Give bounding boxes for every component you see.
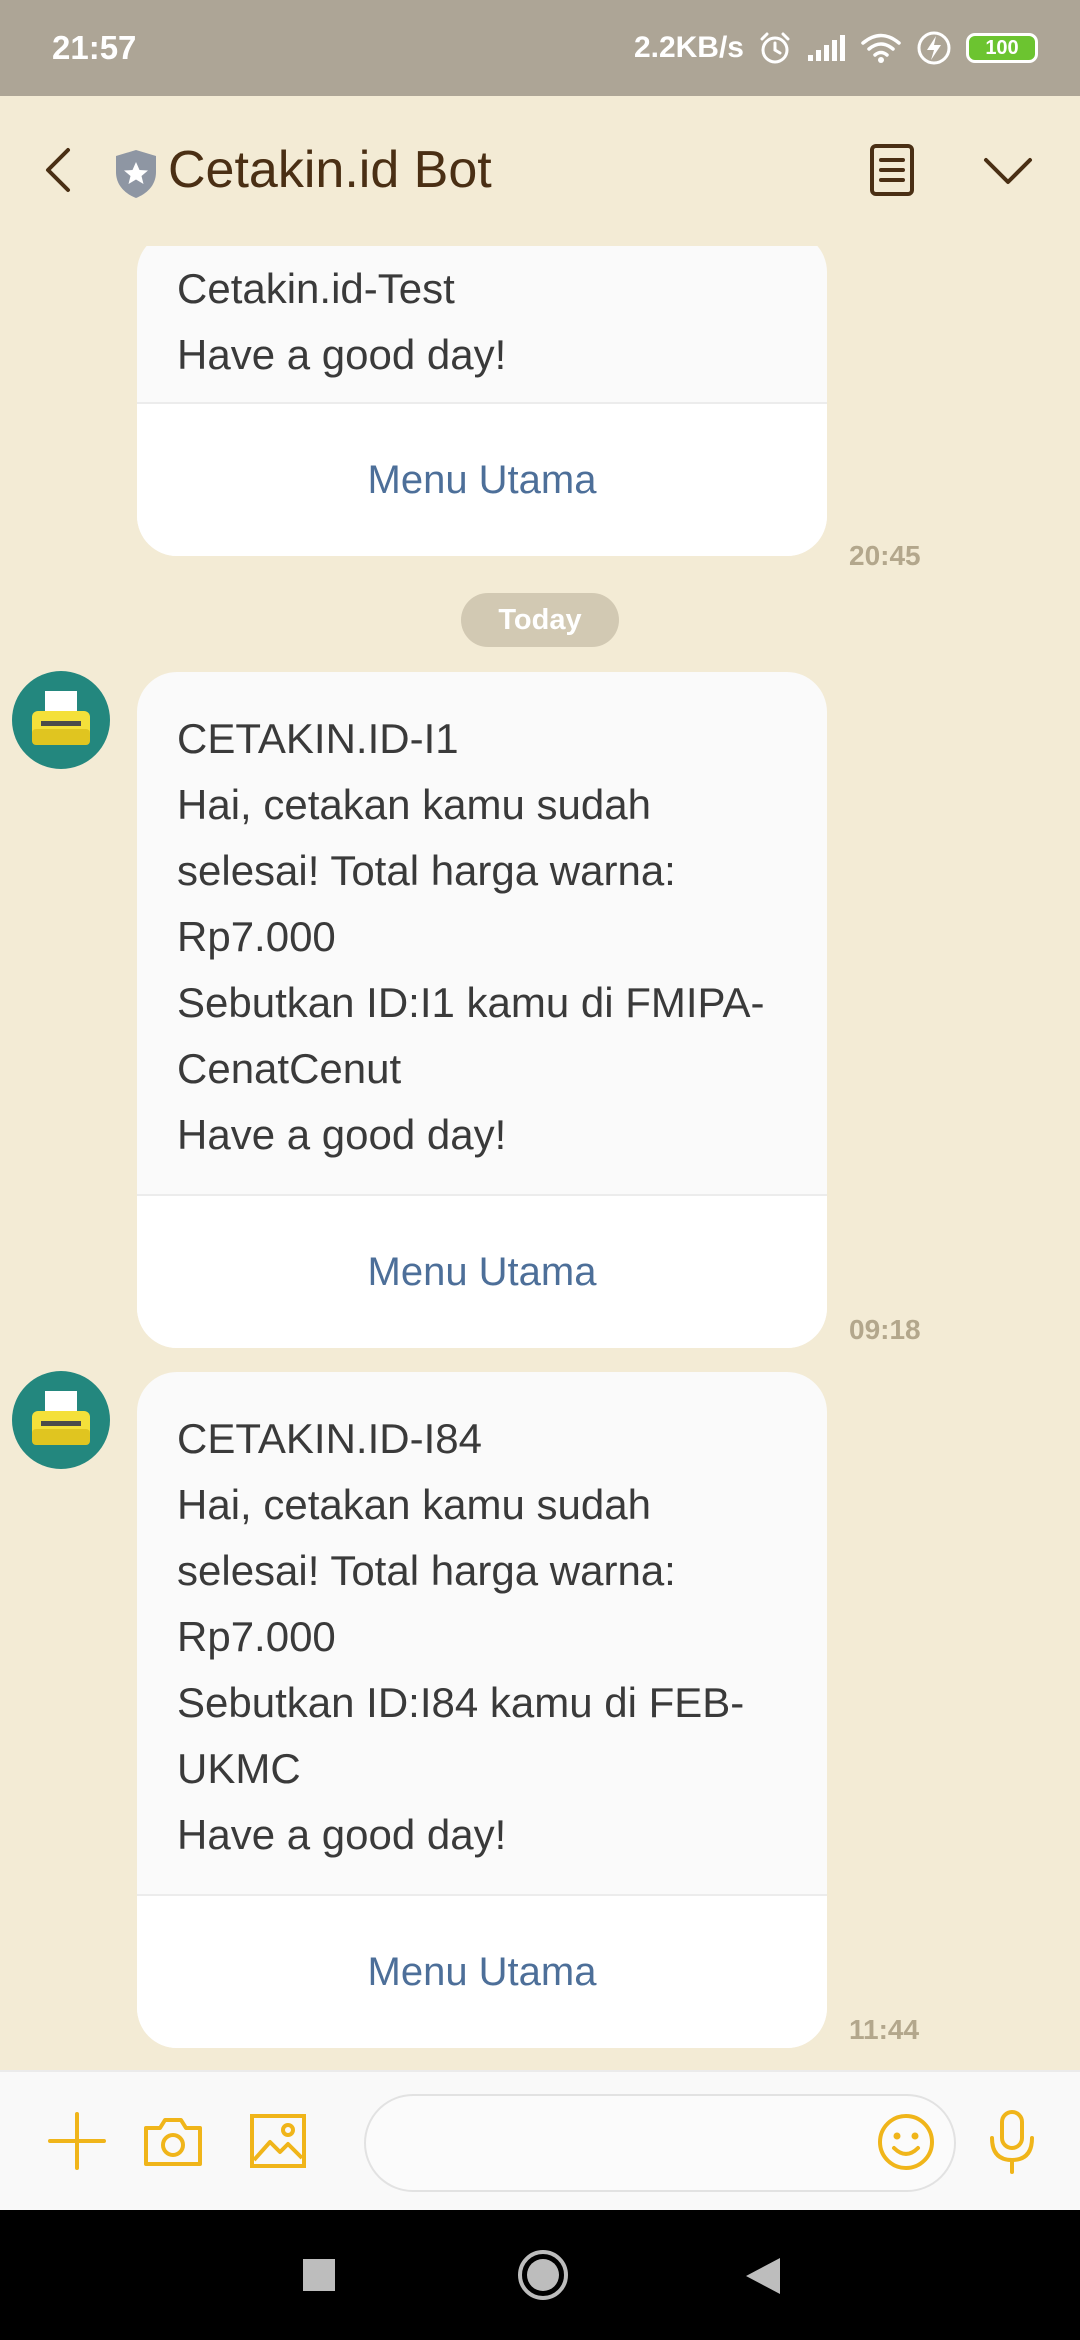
- back-nav-icon[interactable]: [744, 2256, 782, 2296]
- message-time: 11:44: [849, 2014, 920, 2045]
- message-line: Sebutkan ID:I84 kamu di FEB-: [177, 1679, 745, 1726]
- alarm-icon: [760, 32, 790, 64]
- message-line: Have a good day!: [177, 1811, 507, 1858]
- message-line: CETAKIN.ID-I1: [177, 715, 459, 762]
- printer-icon: [32, 691, 90, 745]
- message-line: CETAKIN.ID-I84: [177, 1415, 482, 1462]
- message-line: selesai! Total harga warna:: [177, 1547, 676, 1594]
- message-bubble: Cetakin.id-Test Have a good day! Menu Ut…: [137, 246, 827, 556]
- message-line: Have a good day!: [177, 331, 507, 378]
- message-line: Sebutkan ID:I1 kamu di FMIPA-: [177, 979, 765, 1026]
- screen: 21:57 2.2KB/s 100 Cetakin.id Bot Cetakin…: [0, 0, 1080, 2340]
- message-time: 20:45: [849, 540, 921, 571]
- microphone-icon[interactable]: [986, 2108, 1038, 2176]
- message-line: Cetakin.id-Test: [177, 265, 455, 312]
- bot-avatar[interactable]: [12, 671, 110, 769]
- battery-icon: 100: [966, 33, 1038, 63]
- message-bubble: CETAKIN.ID-I84 Hai, cetakan kamu sudah s…: [137, 1372, 827, 2048]
- recents-icon[interactable]: [302, 2258, 336, 2292]
- printer-icon: [32, 1391, 90, 1445]
- message-text: Cetakin.id-Test Have a good day!: [137, 246, 827, 402]
- chevron-down-icon[interactable]: [978, 144, 1038, 196]
- status-time: 21:57: [52, 29, 137, 66]
- bot-avatar[interactable]: [12, 1371, 110, 1469]
- signal-icon: [808, 35, 845, 61]
- message-line: selesai! Total harga warna:: [177, 847, 676, 894]
- message-line: CenatCenut: [177, 1045, 402, 1092]
- system-nav-bar: [0, 2210, 1080, 2340]
- home-icon[interactable]: [516, 2248, 570, 2302]
- image-icon[interactable]: [248, 2112, 308, 2170]
- date-separator: Today: [461, 593, 619, 647]
- chat-area[interactable]: Cetakin.id-Test Have a good day! Menu Ut…: [0, 246, 1080, 2070]
- message-bubble: CETAKIN.ID-I1 Hai, cetakan kamu sudah se…: [137, 672, 827, 1348]
- plus-icon[interactable]: [46, 2110, 108, 2172]
- chat-header: Cetakin.id Bot: [0, 96, 1080, 246]
- notes-icon[interactable]: [862, 140, 922, 200]
- chat-title: Cetakin.id Bot: [168, 141, 492, 199]
- message-line: Rp7.000: [177, 1613, 336, 1660]
- status-bar: 21:57 2.2KB/s 100: [0, 0, 1080, 96]
- message-line: UKMC: [177, 1745, 301, 1792]
- input-bar: [0, 2070, 1080, 2210]
- menu-utama-button[interactable]: Menu Utama: [137, 1196, 827, 1348]
- menu-utama-button[interactable]: Menu Utama: [137, 404, 827, 556]
- message-input[interactable]: [364, 2094, 956, 2192]
- camera-icon[interactable]: [142, 2112, 204, 2170]
- back-arrow-icon[interactable]: [30, 140, 90, 200]
- message-text: CETAKIN.ID-I84 Hai, cetakan kamu sudah s…: [137, 1372, 827, 1894]
- message-line: Rp7.000: [177, 913, 336, 960]
- message-line: Hai, cetakan kamu sudah: [177, 781, 651, 828]
- message-time: 09:18: [849, 1314, 921, 1345]
- message-line: Hai, cetakan kamu sudah: [177, 1481, 651, 1528]
- network-speed: 2.2KB/s: [633, 31, 744, 64]
- wifi-icon: [861, 33, 901, 63]
- message-line: Have a good day!: [177, 1111, 507, 1158]
- verified-shield-icon: [116, 150, 156, 198]
- charging-icon: [917, 31, 951, 65]
- message-text: CETAKIN.ID-I1 Hai, cetakan kamu sudah se…: [137, 672, 827, 1194]
- emoji-icon[interactable]: [876, 2112, 936, 2172]
- status-icons: 2.2KB/s 100: [634, 30, 1038, 66]
- menu-utama-button[interactable]: Menu Utama: [137, 1896, 827, 2048]
